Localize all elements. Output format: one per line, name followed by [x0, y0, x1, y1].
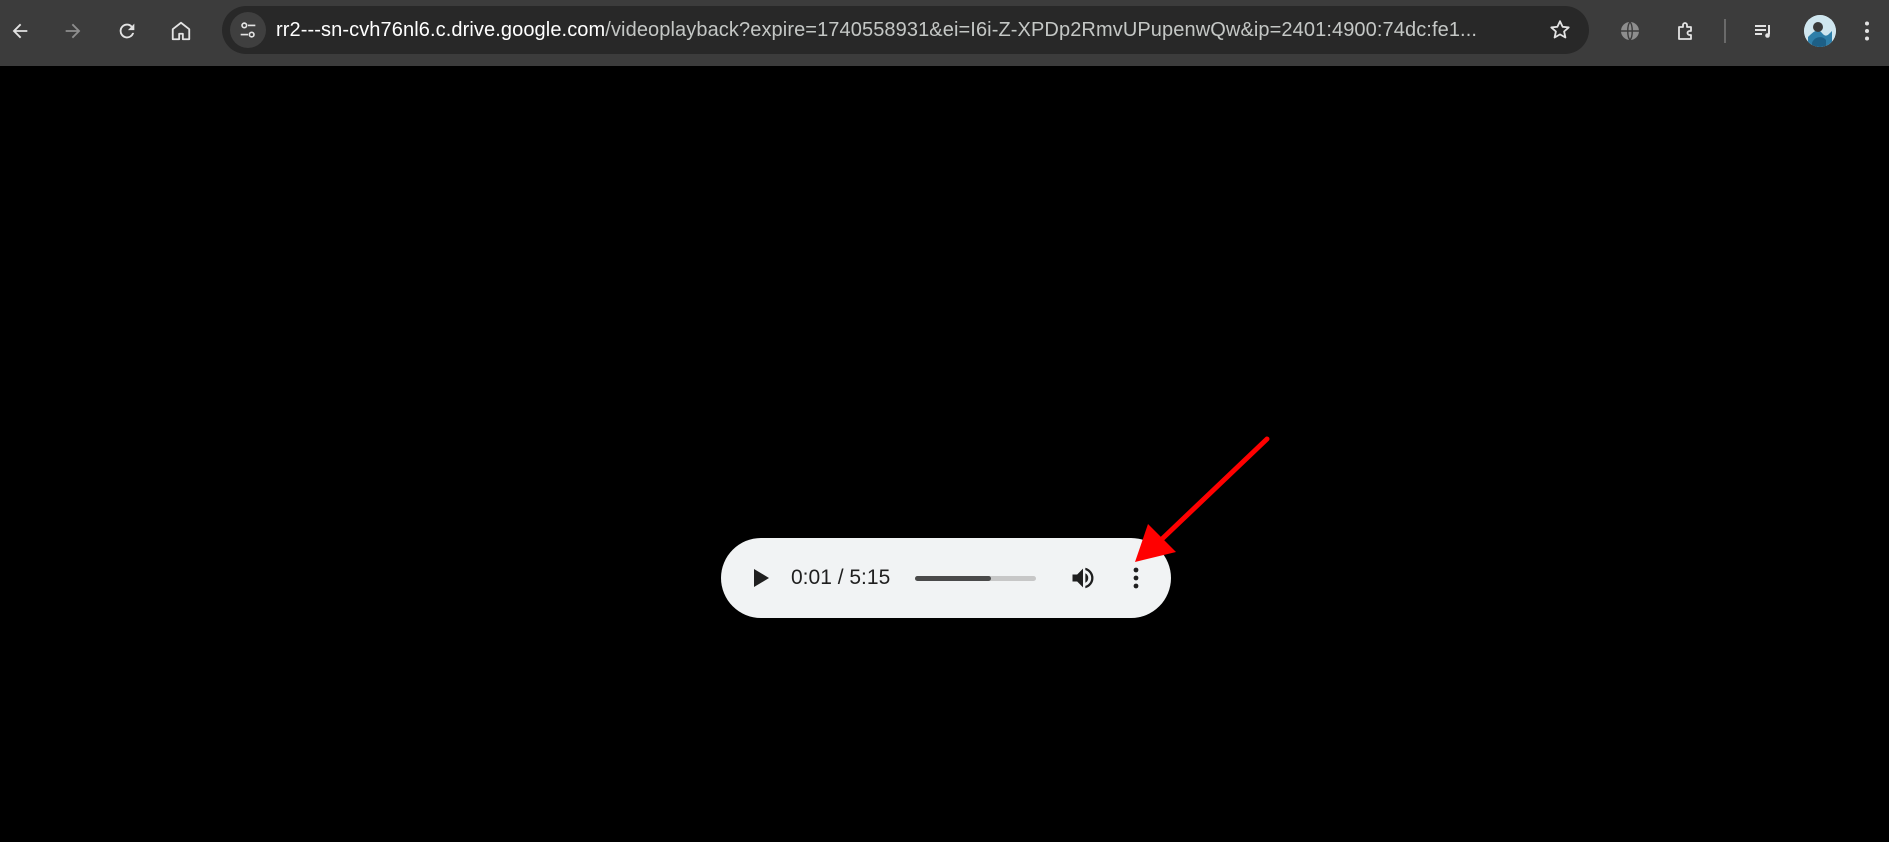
seek-bar-buffered: [915, 576, 992, 581]
url-host: rr2---sn-cvh76nl6.c.drive.google.com: [276, 19, 606, 41]
play-icon: [754, 569, 769, 587]
url-text[interactable]: rr2---sn-cvh76nl6.c.drive.google.com/vid…: [276, 18, 1526, 42]
puzzle-icon: [1678, 22, 1692, 40]
site-info-button[interactable]: [230, 12, 266, 48]
bookmark-button[interactable]: [1545, 15, 1575, 45]
play-button[interactable]: [745, 562, 777, 594]
reload-button[interactable]: [107, 11, 147, 51]
extensions-button[interactable]: [1666, 11, 1706, 51]
home-button[interactable]: [161, 11, 201, 51]
home-icon: [171, 21, 191, 41]
translate-button[interactable]: [1610, 11, 1650, 51]
seek-bar[interactable]: [915, 576, 1036, 581]
arrow-left-icon: [12, 23, 28, 39]
media-controls-button[interactable]: [1743, 11, 1783, 51]
forward-button[interactable]: [53, 11, 93, 51]
reload-icon: [119, 23, 135, 39]
browser-toolbar: rr2---sn-cvh76nl6.c.drive.google.com/vid…: [0, 0, 1889, 66]
more-options-icon: [1133, 567, 1139, 589]
more-options-button[interactable]: [1119, 561, 1153, 595]
address-bar[interactable]: rr2---sn-cvh76nl6.c.drive.google.com/vid…: [222, 6, 1589, 54]
star-icon: [1550, 20, 1570, 39]
globe-icon: [1621, 21, 1639, 41]
kebab-menu-icon: [1865, 21, 1869, 41]
volume-icon: [1072, 567, 1094, 589]
back-button[interactable]: [0, 11, 40, 51]
time-display: 0:01 / 5:15: [791, 566, 891, 589]
toolbar-divider: [1724, 19, 1726, 43]
profile-avatar[interactable]: [1804, 15, 1836, 47]
volume-button[interactable]: [1066, 561, 1100, 595]
media-queue-icon: [1755, 25, 1770, 38]
avatar-image: [1804, 15, 1836, 47]
arrow-right-icon: [65, 23, 81, 39]
audio-player: 0:01 / 5:15: [721, 538, 1171, 618]
media-viewport: [0, 66, 1889, 842]
tune-icon: [240, 22, 256, 38]
browser-menu-button[interactable]: [1847, 11, 1887, 51]
url-path: /videoplayback?expire=1740558931&ei=I6i-…: [605, 19, 1478, 41]
